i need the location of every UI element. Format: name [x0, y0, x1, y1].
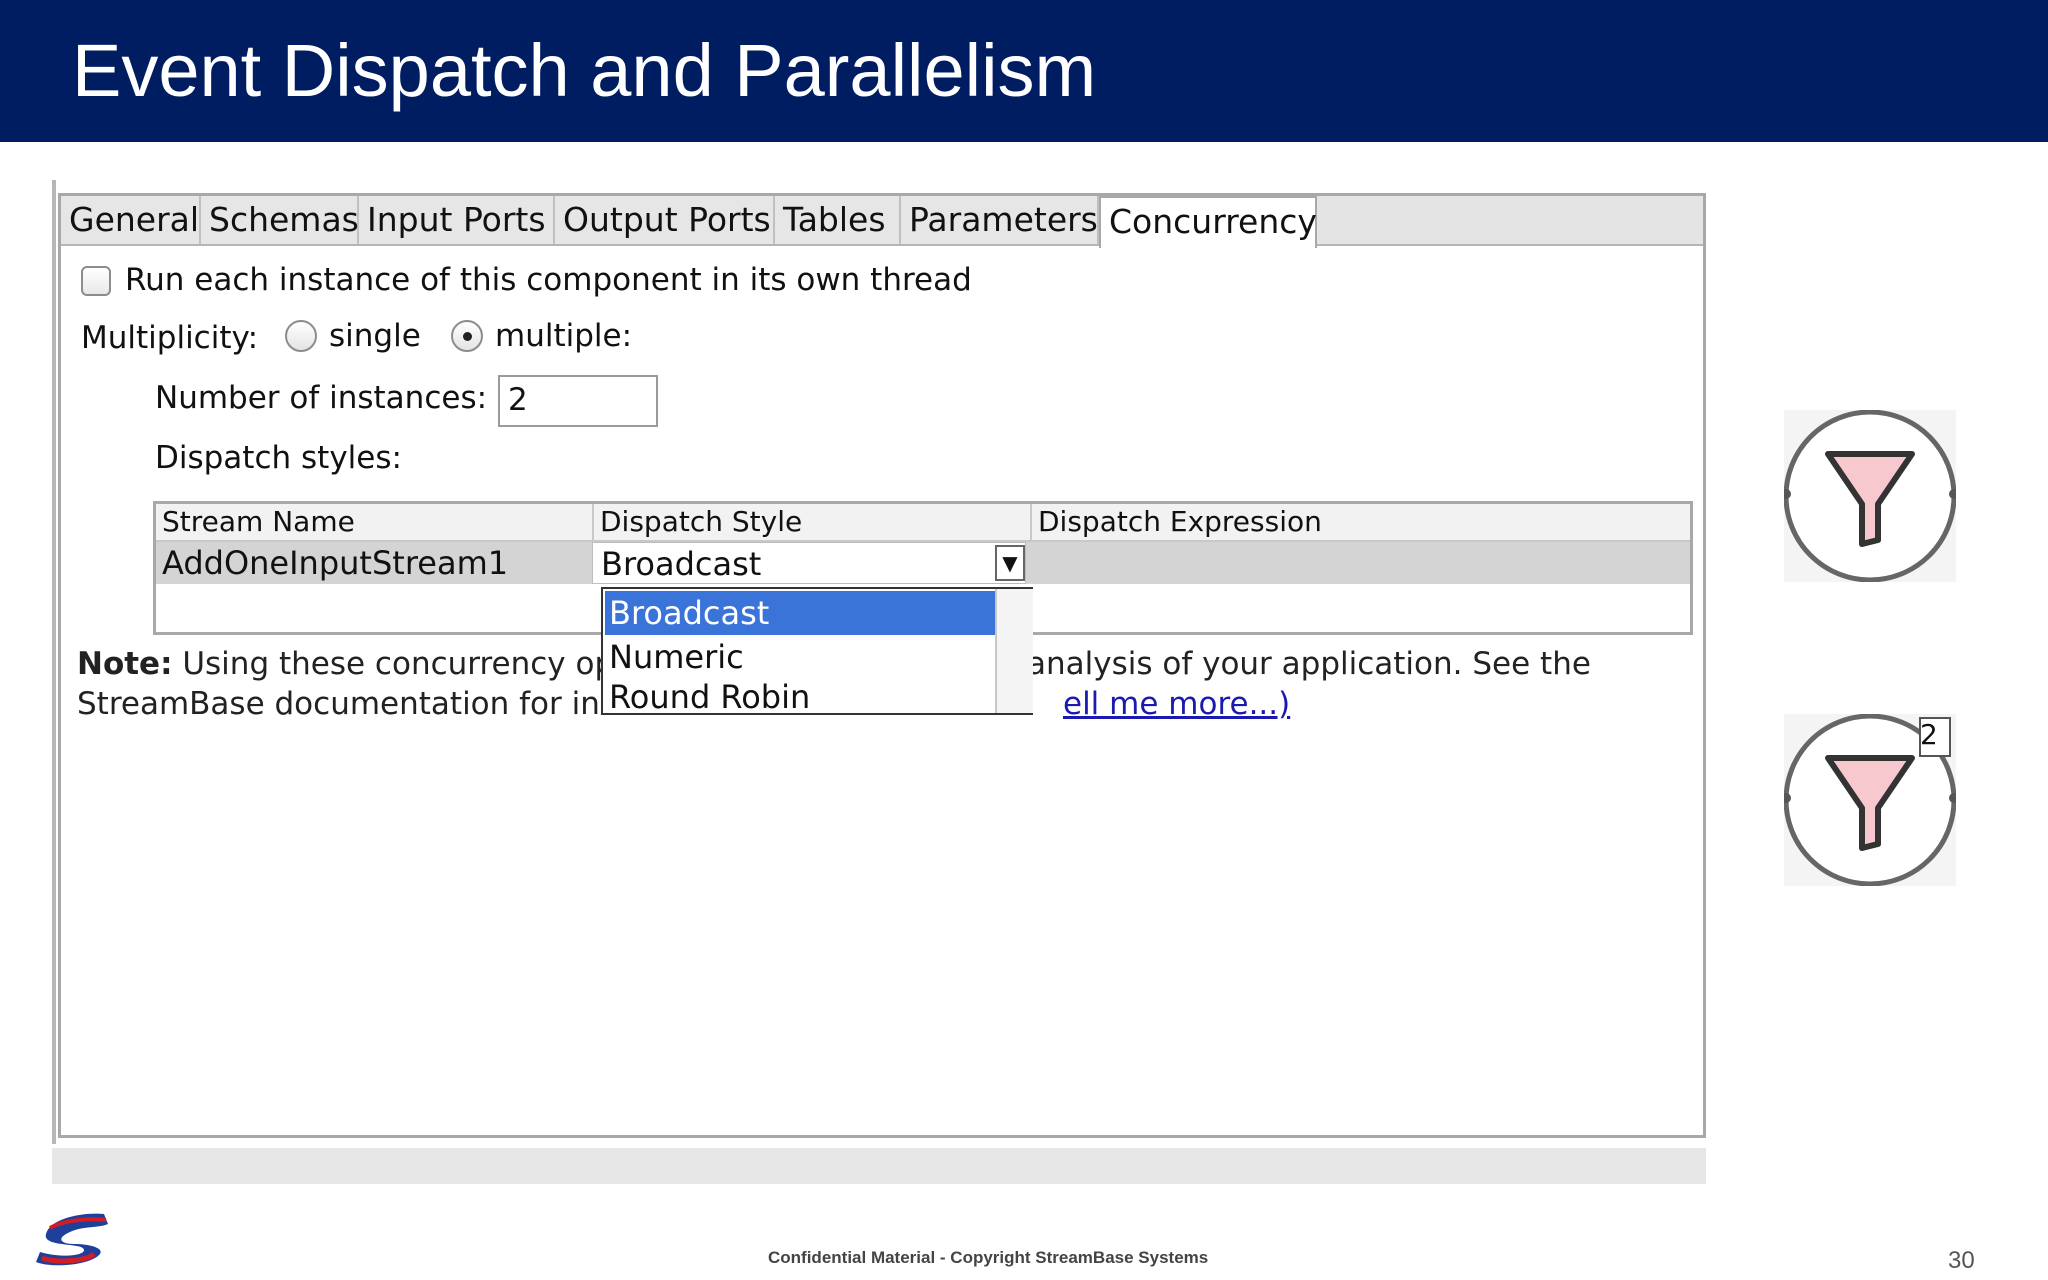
own-thread-checkbox[interactable]	[81, 266, 111, 296]
instance-count-badge: 2	[1920, 718, 1938, 751]
properties-panel: General Schemas Input Ports Output Ports…	[58, 193, 1706, 1138]
dispatch-expression-cell[interactable]	[1032, 542, 1688, 584]
panel-bottom-strip	[52, 1148, 1706, 1184]
slide-title: Event Dispatch and Parallelism	[72, 29, 1097, 112]
column-header-dispatch-expression[interactable]: Dispatch Expression	[1032, 504, 1690, 540]
panel-edge	[52, 180, 56, 1144]
dropdown-option-broadcast[interactable]: Broadcast	[605, 591, 995, 635]
note-line-2: StreamBase documentation for in	[77, 686, 600, 722]
instances-label: Number of instances:	[155, 380, 488, 416]
tab-parameters[interactable]: Parameters	[901, 196, 1099, 244]
tell-me-more-link[interactable]: ell me more...)	[1063, 686, 1290, 722]
dropdown-option-numeric[interactable]: Numeric	[605, 635, 995, 679]
dispatch-styles-label: Dispatch styles:	[155, 440, 402, 476]
note-text-1: Using these concurrency op	[182, 646, 615, 682]
tab-bar: General Schemas Input Ports Output Ports…	[61, 196, 1703, 248]
dispatch-style-value: Broadcast	[601, 545, 762, 583]
stream-name-cell: AddOneInputStream1	[162, 544, 509, 582]
dropdown-arrow-icon[interactable]: ▼	[995, 545, 1025, 581]
note-line-1-right: analysis of your application. See the	[1027, 646, 1591, 682]
dispatch-style-combo[interactable]: Broadcast ▼	[592, 542, 1026, 584]
column-header-dispatch-style[interactable]: Dispatch Style	[594, 504, 1032, 540]
table-row[interactable]: AddOneInputStream1 Broadcast ▼	[156, 542, 1690, 584]
streambase-logo-icon	[36, 1213, 108, 1266]
multiplicity-label: Multiplicity:	[81, 320, 259, 356]
tab-concurrency[interactable]: Concurrency	[1099, 196, 1317, 248]
dispatch-style-dropdown-list: Broadcast Numeric Round Robin	[601, 587, 1033, 715]
column-header-stream-name[interactable]: Stream Name	[156, 504, 594, 540]
single-radio[interactable]	[285, 320, 317, 352]
tab-input-ports[interactable]: Input Ports	[359, 196, 555, 244]
dropdown-scrollbar[interactable]	[995, 589, 1033, 713]
multiple-radio[interactable]	[451, 320, 483, 352]
tab-general[interactable]: General	[61, 196, 201, 244]
page-number: 30	[1948, 1247, 1975, 1274]
tab-output-ports[interactable]: Output Ports	[555, 196, 775, 244]
note-line-1: Note: Using these concurrency op	[77, 646, 614, 682]
tab-tables[interactable]: Tables	[775, 196, 901, 244]
tab-schemas[interactable]: Schemas	[201, 196, 359, 244]
footer-copyright: Confidential Material - Copyright Stream…	[768, 1248, 1209, 1267]
title-bar: Event Dispatch and Parallelism	[0, 0, 2048, 142]
table-header: Stream Name Dispatch Style Dispatch Expr…	[156, 504, 1690, 542]
dropdown-option-round-robin[interactable]: Round Robin	[605, 677, 995, 713]
own-thread-label: Run each instance of this component in i…	[125, 262, 972, 298]
instances-input[interactable]: 2	[498, 375, 658, 427]
radio-selected-dot	[463, 332, 472, 341]
note-bold-prefix: Note:	[77, 646, 173, 682]
single-radio-label: single	[329, 318, 421, 354]
multiple-radio-label: multiple:	[495, 318, 633, 354]
filter-operator-icon	[1784, 410, 1956, 582]
